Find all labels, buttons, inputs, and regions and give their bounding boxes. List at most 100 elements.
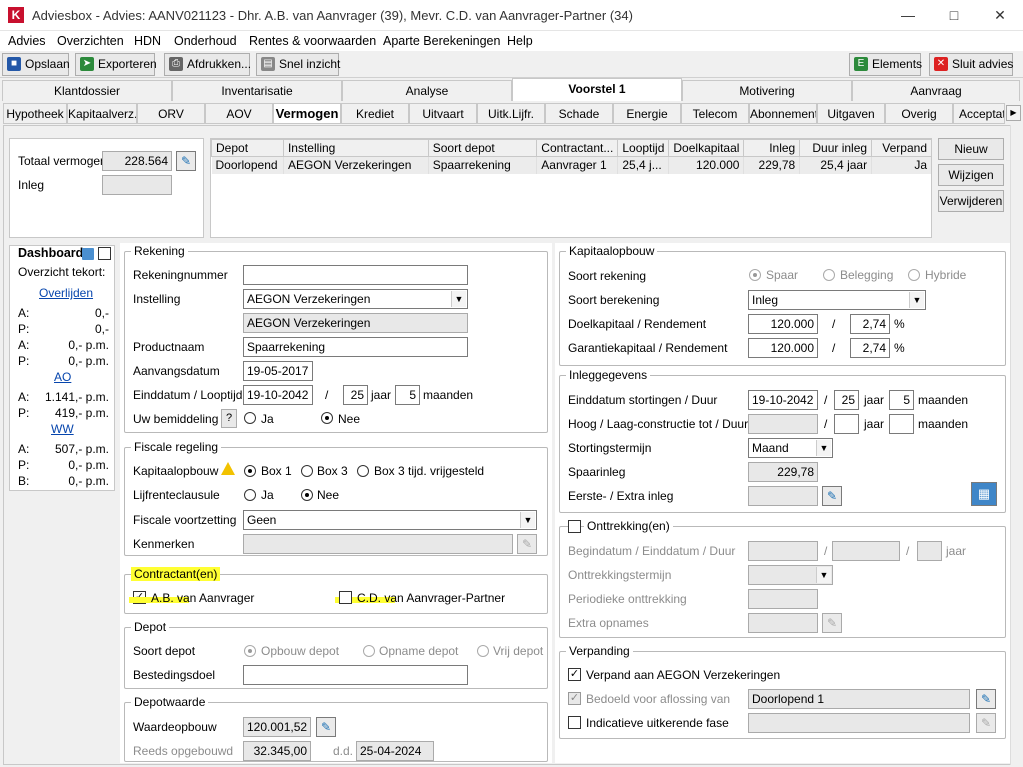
- menu-help[interactable]: Help: [507, 34, 533, 48]
- table-row[interactable]: Doorlopend AEGON Verzekeringen Spaarreke…: [211, 156, 931, 174]
- bemiddeling-nee-radio[interactable]: [321, 412, 333, 424]
- indicatieve-checkbox[interactable]: [568, 716, 581, 729]
- close-advice-button[interactable]: ✕ Sluit advies: [929, 53, 1013, 76]
- tab-schade[interactable]: Schade: [545, 103, 613, 124]
- looptijd-jaar-input[interactable]: 25: [343, 385, 368, 405]
- tab-telecom[interactable]: Telecom: [681, 103, 749, 124]
- box3-radio[interactable]: [301, 465, 313, 477]
- edit-total-icon[interactable]: ✎: [176, 151, 196, 171]
- vertical-scrollbar[interactable]: [1010, 125, 1020, 765]
- tab-voorstel-1[interactable]: Voorstel 1: [512, 78, 682, 101]
- minimize-icon[interactable]: —: [885, 0, 931, 31]
- hoog-laag-jaar-input[interactable]: [834, 414, 859, 434]
- einddatum-stortingen-input[interactable]: 19-10-2042: [748, 390, 818, 410]
- edit-waardeopbouw-icon[interactable]: ✎: [316, 717, 336, 737]
- tab-motivering[interactable]: Motivering: [682, 80, 852, 101]
- box3-vrijgesteld-radio[interactable]: [357, 465, 369, 477]
- edit-bedoeld-icon[interactable]: ✎: [976, 689, 996, 709]
- tab-scroll-right-icon[interactable]: ▶: [1006, 105, 1021, 121]
- tab-uitgaven[interactable]: Uitgaven: [817, 103, 885, 124]
- vrij-depot-radio[interactable]: [477, 645, 489, 657]
- verpand-checkbox[interactable]: ✓: [568, 668, 581, 681]
- menu-onderhoud[interactable]: Onderhoud: [174, 34, 237, 48]
- menu-rentes[interactable]: Rentes & voorwaarden: [249, 34, 376, 48]
- link-ww[interactable]: WW: [51, 422, 74, 436]
- col-verpand[interactable]: Verpand: [871, 139, 931, 157]
- hybride-radio[interactable]: [908, 269, 920, 281]
- print-button[interactable]: ⎙ Afdrukken...: [164, 53, 251, 76]
- close-icon[interactable]: ✕: [977, 0, 1023, 31]
- stortingstermijn-select[interactable]: Maand ▼: [748, 438, 833, 458]
- tab-inventarisatie[interactable]: Inventarisatie: [172, 80, 342, 101]
- looptijd-maanden-input[interactable]: 5: [395, 385, 420, 405]
- bemiddeling-ja-radio[interactable]: [244, 412, 256, 424]
- calculator-icon[interactable]: [82, 248, 94, 260]
- col-contractant[interactable]: Contractant...: [536, 139, 619, 157]
- tab-klantdossier[interactable]: Klantdossier: [2, 80, 172, 101]
- opname-depot-radio[interactable]: [363, 645, 375, 657]
- doelkapitaal-input[interactable]: 120.000: [748, 314, 818, 334]
- duur-maanden-input[interactable]: 5: [889, 390, 914, 410]
- col-soort-depot[interactable]: Soort depot: [427, 139, 538, 157]
- edit-extra-inleg-icon[interactable]: ✎: [822, 486, 842, 506]
- delete-button[interactable]: Verwijderen: [938, 190, 1004, 212]
- tab-krediet[interactable]: Krediet: [341, 103, 409, 124]
- tab-acceptatie[interactable]: Acceptatie: [953, 103, 1005, 124]
- new-button[interactable]: Nieuw: [938, 138, 1004, 160]
- calculator-icon[interactable]: ▦: [971, 482, 997, 506]
- menu-aparte-berekeningen[interactable]: Aparte Berekeningen: [383, 34, 500, 48]
- lijfrente-nee-radio[interactable]: [301, 489, 313, 501]
- rekeningnummer-input[interactable]: [243, 265, 468, 285]
- export-button[interactable]: ➤ Exporteren: [75, 53, 157, 76]
- doel-rendement-input[interactable]: 2,74: [850, 314, 890, 334]
- belegging-radio[interactable]: [823, 269, 835, 281]
- tab-orv[interactable]: ORV: [137, 103, 205, 124]
- tab-overig[interactable]: Overig: [885, 103, 953, 124]
- col-inleg[interactable]: Inleg: [743, 139, 801, 157]
- col-doelkapitaal[interactable]: Doelkapitaal: [668, 139, 745, 157]
- aanvangsdatum-input[interactable]: 19-05-2017: [243, 361, 313, 381]
- tab-abonnement[interactable]: Abonnement: [749, 103, 817, 124]
- menu-advies[interactable]: Advies: [8, 34, 46, 48]
- tab-hypotheek[interactable]: Hypotheek: [3, 103, 67, 124]
- productnaam-input[interactable]: Spaarrekening: [243, 337, 468, 357]
- col-depot[interactable]: Depot: [211, 139, 284, 157]
- edit-button[interactable]: Wijzigen: [938, 164, 1004, 186]
- quick-insight-button[interactable]: ▤ Snel inzicht: [256, 53, 340, 76]
- col-duur-inleg[interactable]: Duur inleg: [799, 139, 873, 157]
- tab-aov[interactable]: AOV: [205, 103, 273, 124]
- spaar-radio[interactable]: [749, 269, 761, 281]
- col-looptijd[interactable]: Looptijd: [617, 139, 670, 157]
- einddatum-input[interactable]: 19-10-2042: [243, 385, 313, 405]
- bestedingsdoel-input[interactable]: [243, 665, 468, 685]
- tab-uitvaart[interactable]: Uitvaart: [409, 103, 477, 124]
- save-button[interactable]: ■ Opslaan: [2, 53, 70, 76]
- soort-berekening-select[interactable]: Inleg ▼: [748, 290, 926, 310]
- maximize-icon[interactable]: □: [931, 0, 977, 31]
- tab-vermogen[interactable]: Vermogen: [273, 103, 341, 124]
- tab-energie[interactable]: Energie: [613, 103, 681, 124]
- tab-analyse[interactable]: Analyse: [342, 80, 512, 101]
- link-overlijden[interactable]: Overlijden: [39, 286, 93, 300]
- elements-button[interactable]: E Elements: [849, 53, 922, 76]
- tab-uitk-lijfr[interactable]: Uitk.Lijfr.: [477, 103, 545, 124]
- menu-overzichten[interactable]: Overzichten: [57, 34, 124, 48]
- col-instelling[interactable]: Instelling: [282, 139, 429, 157]
- link-ao[interactable]: AO: [54, 370, 71, 384]
- fiscale-voortzetting-select[interactable]: Geen ▼: [243, 510, 537, 530]
- garantiekapitaal-input[interactable]: 120.000: [748, 338, 818, 358]
- hoog-laag-maanden-input[interactable]: [889, 414, 914, 434]
- tab-aanvraag[interactable]: Aanvraag: [852, 80, 1020, 101]
- contractant-a2-checkbox[interactable]: [339, 591, 352, 604]
- box1-radio[interactable]: [244, 465, 256, 477]
- onttrekkingen-checkbox[interactable]: [568, 520, 581, 533]
- tab-kapitaalverz[interactable]: Kapitaalverz.: [67, 103, 137, 124]
- opbouw-depot-radio[interactable]: [244, 645, 256, 657]
- menu-hdn[interactable]: HDN: [134, 34, 161, 48]
- help-button[interactable]: ?: [221, 409, 237, 428]
- lijfrente-ja-radio[interactable]: [244, 489, 256, 501]
- duur-jaar-input[interactable]: 25: [834, 390, 859, 410]
- dashboard-checkbox[interactable]: [98, 247, 111, 260]
- garantie-rendement-input[interactable]: 2,74: [850, 338, 890, 358]
- instelling-select[interactable]: AEGON Verzekeringen ▼: [243, 289, 468, 309]
